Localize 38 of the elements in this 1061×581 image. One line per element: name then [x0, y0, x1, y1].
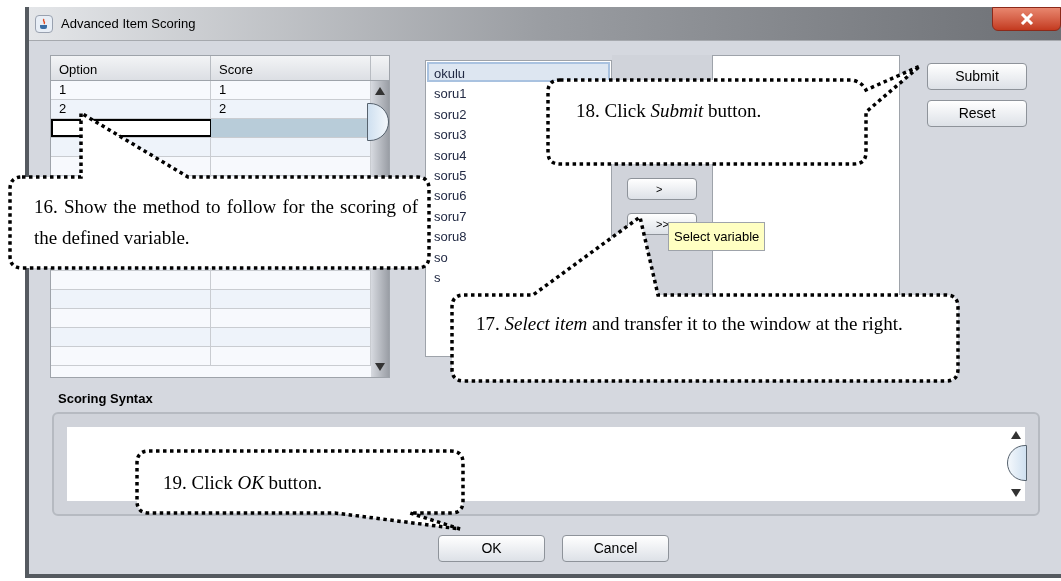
scroll-up-icon[interactable]: [375, 87, 385, 95]
vertical-scrollbar[interactable]: [1007, 426, 1025, 501]
list-item[interactable]: soru4: [427, 143, 469, 164]
scroll-thumb[interactable]: [367, 103, 389, 141]
tooltip: Select variable: [668, 222, 766, 251]
list-item[interactable]: okulu: [427, 62, 610, 83]
table-row[interactable]: 2 2: [51, 100, 371, 119]
section-label: Scoring Syntax: [58, 390, 154, 408]
scroll-down-icon[interactable]: [375, 363, 385, 371]
dialog-button[interactable]: Cancel: [562, 534, 669, 562]
list-item[interactable]: soru3: [427, 123, 469, 144]
column-header[interactable]: Score: [211, 56, 371, 80]
list-item[interactable]: soru5: [427, 163, 469, 185]
list-item[interactable]: s: [427, 265, 443, 287]
side-button[interactable]: Reset: [927, 100, 1027, 127]
close-icon: [1019, 13, 1034, 25]
java-cup-icon: [35, 14, 53, 33]
list-item[interactable]: soru2: [427, 102, 469, 124]
table-row[interactable]: 1 1: [51, 81, 371, 100]
list-item[interactable]: soru6: [427, 184, 469, 205]
list-item[interactable]: so: [427, 245, 450, 266]
scroll-thumb[interactable]: [1007, 444, 1027, 481]
callout-text: 18. Click Submit button.: [576, 99, 763, 123]
column-header[interactable]: Option: [51, 56, 211, 80]
dialog-button[interactable]: OK: [438, 534, 545, 562]
window-title: Advanced Item Scoring: [61, 14, 196, 33]
side-button[interactable]: Submit: [927, 63, 1027, 90]
list-item[interactable]: soru8: [427, 225, 469, 246]
callout-text: 16. Show the method to follow for the scoring of the defined variable.: [34, 195, 418, 250]
scroll-down-icon[interactable]: [1011, 488, 1021, 497]
transfer-button[interactable]: >: [627, 178, 697, 200]
scroll-up-icon[interactable]: [1011, 430, 1021, 439]
callout-text: 19. Click OK button.: [163, 471, 323, 495]
callout-text: 17. Select item and transfer it to the window at the right.: [476, 312, 904, 336]
list-item[interactable]: soru7: [427, 204, 469, 226]
table-cell: 1: [51, 81, 211, 99]
close-button[interactable]: [992, 7, 1061, 31]
list-item[interactable]: soru1: [427, 82, 469, 103]
